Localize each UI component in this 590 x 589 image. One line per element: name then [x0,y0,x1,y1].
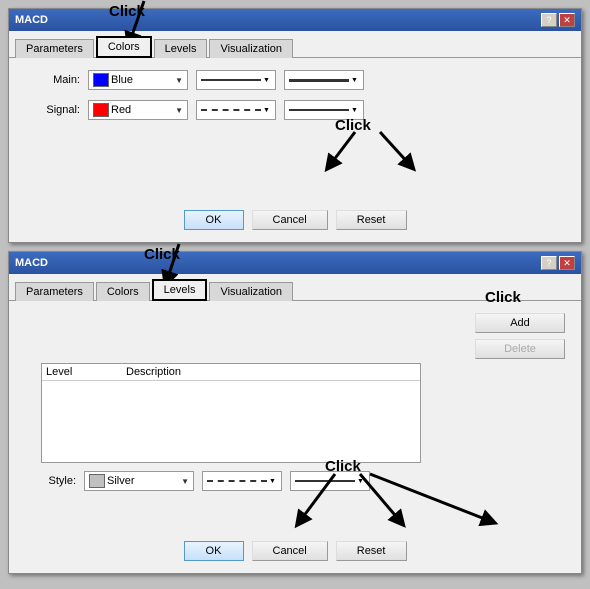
signal-row: Signal: Red ▼ ▼ ▼ [25,100,565,120]
main-color-arrow: ▼ [175,76,183,85]
reset-button-1[interactable]: Reset [336,210,407,230]
cancel-button-1[interactable]: Cancel [252,210,328,230]
tabs-2: Parameters Colors Levels Visualization [9,274,581,301]
signal-linewidth-arrow: ▼ [351,107,358,114]
add-button[interactable]: Add [475,313,565,333]
main-label: Main: [25,74,80,86]
signal-linestyle-dropdown[interactable]: ▼ [196,100,276,120]
main-solid-line [201,79,261,81]
reset-button-2[interactable]: Reset [336,541,407,561]
dialog-macd-colors: MACD ? ✕ Parameters Colors Levels Visual… [8,8,582,243]
signal-dashed-line [201,109,261,111]
title-bar-controls-1: ? ✕ [541,13,575,27]
main-color-text: Blue [111,74,133,86]
levels-left: Level Description Style: Silver ▼ [41,363,549,501]
tab-colors-2[interactable]: Colors [96,282,150,301]
main-color-dropdown[interactable]: Blue ▼ [88,70,188,90]
close-button-2[interactable]: ✕ [559,256,575,270]
title-bar-1: MACD ? ✕ [9,9,581,31]
style-linestyle-dropdown[interactable]: ▼ [202,471,282,491]
signal-label: Signal: [25,104,80,116]
signal-color-swatch [93,103,109,117]
dialog-body-colors: Main: Blue ▼ ▼ ▼ Signal: [9,58,581,202]
close-button-1[interactable]: ✕ [559,13,575,27]
style-linewidth-arrow: ▼ [357,478,364,485]
tab-levels-2[interactable]: Levels [152,279,208,301]
signal-color-dropdown[interactable]: Red ▼ [88,100,188,120]
main-linestyle-dropdown[interactable]: ▼ [196,70,276,90]
dialog-macd-levels: MACD ? ✕ Parameters Colors Levels Visual… [8,251,582,574]
main-linestyle-arrow: ▼ [263,77,270,84]
dialog-title-2: MACD [15,257,48,269]
main-linewidth-arrow: ▼ [351,77,358,84]
tab-parameters-2[interactable]: Parameters [15,282,94,301]
dialog-footer-1: OK Cancel Reset [9,202,581,242]
style-row: Style: Silver ▼ ▼ [41,471,549,491]
delete-button[interactable]: Delete [475,339,565,359]
signal-color-text: Red [111,104,131,116]
title-bar-controls-2: ? ✕ [541,256,575,270]
signal-color-arrow: ▼ [175,106,183,115]
style-linestyle-arrow: ▼ [269,478,276,485]
ok-button-2[interactable]: OK [184,541,244,561]
style-color-arrow: ▼ [181,477,189,486]
main-linewidth-dropdown[interactable]: ▼ [284,70,364,90]
levels-table-header: Level Description [42,364,420,381]
main-linewidth-line [289,79,349,82]
style-color-swatch [89,474,105,488]
ok-button-1[interactable]: OK [184,210,244,230]
style-color-text: Silver [107,475,135,487]
tab-visualization-1[interactable]: Visualization [209,39,293,58]
signal-linewidth-line [289,109,349,111]
style-dashed-line [207,480,267,482]
tabs-1: Parameters Colors Levels Visualization [9,31,581,58]
dialog-footer-2: OK Cancel Reset [9,533,581,573]
level-col-header: Level [46,366,126,378]
main-color-swatch [93,73,109,87]
help-button-2[interactable]: ? [541,256,557,270]
dialog-body-levels: Click Add Delete Level Description Style… [9,301,581,533]
main-row: Main: Blue ▼ ▼ ▼ [25,70,565,90]
help-button-1[interactable]: ? [541,13,557,27]
title-bar-2: MACD ? ✕ [9,252,581,274]
tab-parameters-1[interactable]: Parameters [15,39,94,58]
desc-col-header: Description [126,366,416,378]
style-linewidth-line [295,480,355,482]
cancel-button-2[interactable]: Cancel [252,541,328,561]
signal-linestyle-arrow: ▼ [263,107,270,114]
tab-colors-1[interactable]: Colors [96,36,152,58]
levels-content: Level Description Style: Silver ▼ [25,363,565,501]
style-linewidth-dropdown[interactable]: ▼ [290,471,370,491]
levels-table: Level Description [41,363,421,463]
style-color-dropdown[interactable]: Silver ▼ [84,471,194,491]
tab-levels-1[interactable]: Levels [154,39,208,58]
tab-visualization-2[interactable]: Visualization [209,282,293,301]
style-label: Style: [41,475,76,487]
dialog-title-1: MACD [15,14,48,26]
signal-linewidth-dropdown[interactable]: ▼ [284,100,364,120]
